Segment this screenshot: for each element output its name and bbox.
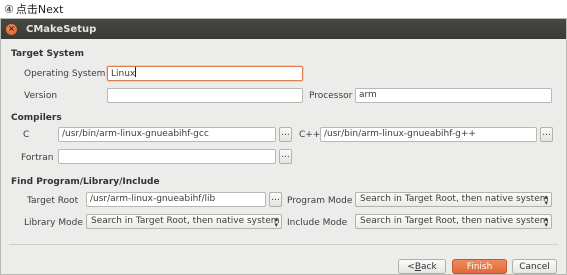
version-field[interactable]: [107, 88, 303, 103]
fortran-label: Fortran: [21, 153, 54, 163]
spin-arrows-icon: ▴ ▾: [274, 215, 278, 229]
target-root-field[interactable]: /usr/arm-linux-gnueabihf/lib: [86, 192, 266, 207]
window-title: CMakeSetup: [26, 23, 97, 35]
cxx-compiler-label: C++: [299, 130, 321, 140]
cancel-button[interactable]: Cancel: [512, 259, 557, 274]
operating-system-label: Operating System: [24, 69, 106, 79]
target-root-browse-button[interactable]: ...: [269, 192, 282, 207]
fortran-browse-button[interactable]: ...: [279, 149, 292, 164]
version-label: Version: [24, 91, 58, 101]
fortran-field[interactable]: [58, 149, 276, 164]
library-mode-label: Library Mode: [24, 218, 83, 228]
spin-arrows-icon: ▴ ▾: [544, 215, 548, 229]
target-system-heading: Target System: [11, 49, 84, 59]
find-heading: Find Program/Library/Include: [11, 177, 160, 187]
compilers-heading: Compilers: [11, 113, 62, 123]
processor-field[interactable]: arm: [355, 88, 552, 103]
title-bar: × CMakeSetup: [1, 19, 566, 39]
finish-button[interactable]: Finish: [452, 259, 507, 274]
library-mode-select[interactable]: Search in Target Root, then native syste…: [86, 214, 282, 229]
cxx-compiler-field[interactable]: /usr/bin/arm-linux-gnueabihf-g++: [320, 127, 537, 142]
program-mode-label: Program Mode: [287, 196, 353, 206]
cxx-browse-button[interactable]: ...: [540, 127, 553, 142]
cmake-setup-window: × CMakeSetup Target System Operating Sys…: [0, 18, 567, 275]
c-browse-button[interactable]: ...: [279, 127, 292, 142]
processor-label: Processor: [309, 91, 353, 101]
include-mode-label: Include Mode: [287, 218, 348, 228]
program-mode-select[interactable]: Search in Target Root, then native syste…: [355, 192, 552, 207]
text-caret: [135, 67, 137, 77]
step-number: ④: [4, 2, 14, 16]
close-icon[interactable]: ×: [6, 23, 17, 35]
divider: [9, 244, 558, 245]
back-button[interactable]: < Back: [398, 259, 446, 274]
spin-arrows-icon: ▴ ▾: [544, 193, 548, 207]
operating-system-field[interactable]: Linux: [107, 66, 303, 81]
c-compiler-label: C: [23, 130, 30, 140]
step-caption: ④ 点击Next: [4, 1, 64, 17]
include-mode-select[interactable]: Search in Target Root, then native syste…: [355, 214, 552, 229]
step-text: 点击Next: [15, 3, 64, 16]
c-compiler-field[interactable]: /usr/bin/arm-linux-gnueabihf-gcc: [58, 127, 276, 142]
target-root-label: Target Root: [27, 196, 79, 206]
